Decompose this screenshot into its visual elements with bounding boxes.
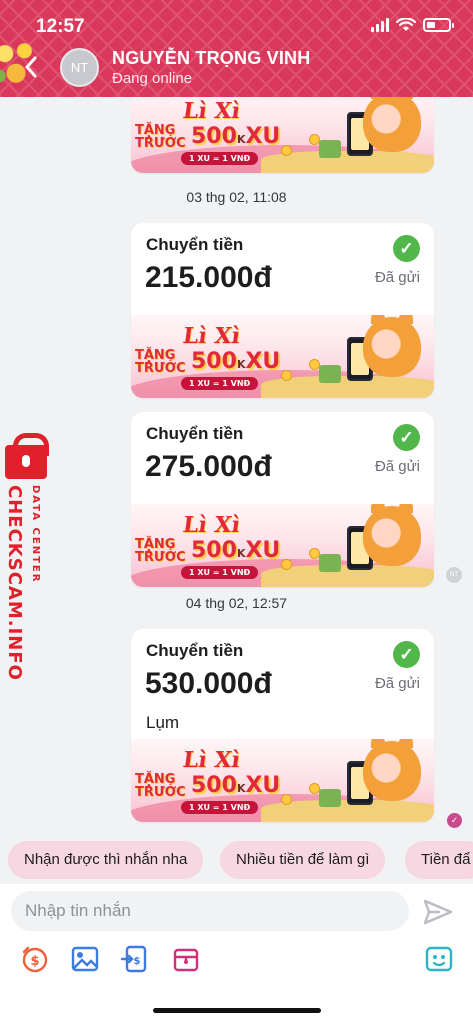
- sender-mini-avatar: NT: [446, 567, 462, 583]
- gift-decoration: [319, 140, 341, 158]
- banner-amount: 500KXU: [191, 538, 281, 563]
- gift-decoration: [319, 789, 341, 807]
- banner-rate: 1 XU = 1 VNĐ: [181, 377, 259, 390]
- transfer-status: Đã gửi: [374, 675, 420, 692]
- tiger-mascot: [363, 504, 421, 566]
- gift-decoration: [319, 365, 341, 383]
- banner-rate: 1 XU = 1 VNĐ: [181, 152, 259, 165]
- avatar-initials: NT: [70, 60, 89, 75]
- transfer-amount: 275.000đ: [145, 450, 272, 483]
- back-icon[interactable]: [24, 56, 44, 80]
- quick-replies: Nhận được thì nhắn nha Nhiều tiền để làm…: [0, 838, 473, 882]
- banner-tang: TẶNG TRƯỚC: [135, 348, 186, 376]
- transfer-icon[interactable]: $: [120, 944, 150, 974]
- contact-status: Đang online: [112, 70, 193, 87]
- transfer-title: Chuyển tiền: [146, 235, 244, 254]
- avatar[interactable]: NT: [60, 48, 99, 87]
- banner-amount: 500KXU: [191, 773, 281, 798]
- battery-icon: [423, 18, 454, 32]
- transfer-title: Chuyển tiền: [146, 641, 244, 660]
- home-indicator: [153, 1008, 321, 1013]
- message-list[interactable]: Lì Xì TẶNG TRƯỚC 500KXU 1 XU = 1 VNĐ 03 t…: [0, 97, 473, 830]
- tiger-mascot: [363, 97, 421, 152]
- tiger-mascot: [363, 739, 421, 801]
- status-time: 12:57: [36, 16, 85, 37]
- promo-banner: Lì Xì TẶNG TRƯỚC 500KXU 1 XU = 1 VNĐ: [131, 97, 434, 173]
- banner-tang: TẶNG TRƯỚC: [135, 772, 186, 800]
- sticker-icon[interactable]: [424, 944, 454, 974]
- promo-banner: Lì Xì TẶNG TRƯỚC 500KXU 1 XU = 1 VNĐ: [131, 739, 434, 822]
- check-icon: ✓: [393, 235, 420, 262]
- transfer-card[interactable]: Chuyển tiền 530.000đ ✓ Đã gửi Lụm Lì Xì …: [131, 629, 434, 822]
- lock-icon: [5, 433, 49, 479]
- transfer-card[interactable]: Chuyển tiền 275.000đ ✓ Đã gửi Lì Xì TẶNG…: [131, 412, 434, 587]
- transfer-card-partial[interactable]: Lì Xì TẶNG TRƯỚC 500KXU 1 XU = 1 VNĐ: [131, 97, 434, 173]
- message-input[interactable]: [11, 891, 409, 931]
- transfer-amount: 530.000đ: [145, 667, 272, 700]
- banner-amount: 500KXU: [191, 124, 281, 149]
- transfer-status: Đã gửi: [374, 458, 420, 475]
- transfer-note: Lụm: [146, 713, 180, 732]
- date-separator: 03 thg 02, 11:08: [186, 189, 287, 205]
- money-icon[interactable]: $: [20, 944, 50, 974]
- promo-banner: Lì Xì TẶNG TRƯỚC 500KXU 1 XU = 1 VNĐ: [131, 504, 434, 587]
- status-icons: [371, 18, 454, 32]
- transfer-status: Đã gửi: [374, 269, 420, 286]
- send-icon[interactable]: [423, 898, 453, 926]
- app: 12:57 NT NGUYỄN TRỌNG VINH Đang online L…: [0, 0, 473, 1024]
- signal-icon: [371, 18, 389, 32]
- transfer-card[interactable]: Chuyển tiền 215.000đ ✓ Đã gửi Lì Xì TẶNG…: [131, 223, 434, 398]
- quick-reply-chip[interactable]: Nhiều tiền để làm gì: [220, 841, 386, 879]
- seen-indicator-icon: ✓: [447, 813, 462, 828]
- banner-amount: 500KXU: [191, 349, 281, 374]
- watermark-line1: DATA CENTER: [30, 485, 41, 584]
- chat-header: 12:57 NT NGUYỄN TRỌNG VINH Đang online: [0, 0, 473, 97]
- svg-text:$: $: [134, 956, 141, 967]
- banner-tang: TẶNG TRƯỚC: [135, 537, 186, 565]
- gift-icon[interactable]: [171, 944, 201, 974]
- banner-rate: 1 XU = 1 VNĐ: [181, 566, 259, 579]
- quick-reply-chip[interactable]: Tiền đẩ: [405, 841, 473, 879]
- watermark-line2: CHECKSCAM.INFO: [4, 485, 25, 681]
- transfer-amount: 215.000đ: [145, 261, 272, 294]
- svg-text:$: $: [30, 954, 39, 969]
- promo-banner: Lì Xì TẶNG TRƯỚC 500KXU 1 XU = 1 VNĐ: [131, 315, 434, 398]
- quick-reply-chip[interactable]: Nhận được thì nhắn nha: [8, 841, 204, 879]
- check-icon: ✓: [393, 424, 420, 451]
- tiger-mascot: [363, 315, 421, 377]
- transfer-title: Chuyển tiền: [146, 424, 244, 443]
- banner-rate: 1 XU = 1 VNĐ: [181, 801, 259, 814]
- contact-name[interactable]: NGUYỄN TRỌNG VINH: [112, 48, 310, 69]
- gift-decoration: [319, 554, 341, 572]
- date-separator: 04 thg 02, 12:57: [185, 595, 288, 611]
- status-bar: 12:57: [0, 0, 473, 44]
- image-icon[interactable]: [70, 944, 100, 974]
- watermark: DATA CENTER CHECKSCAM.INFO: [0, 433, 52, 681]
- wifi-icon: [396, 18, 416, 31]
- composer: $ $: [0, 884, 473, 1024]
- banner-tang: TẶNG TRƯỚC: [135, 123, 186, 151]
- check-icon: ✓: [393, 641, 420, 668]
